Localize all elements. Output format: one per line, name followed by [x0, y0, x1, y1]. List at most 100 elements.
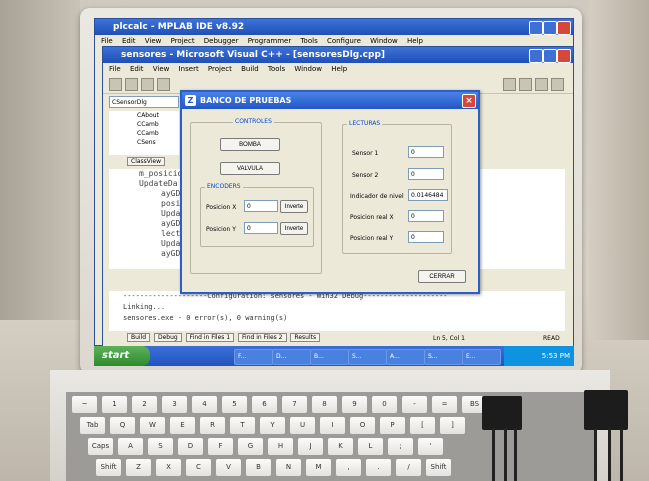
keyboard-key[interactable]: K [328, 438, 353, 455]
keyboard-key[interactable]: X [156, 459, 181, 476]
keyboard-key[interactable]: Q [110, 417, 135, 434]
menu-item[interactable]: File [109, 65, 121, 73]
keyboard-key[interactable]: J [298, 438, 323, 455]
build-icon[interactable] [503, 78, 516, 91]
pos-y-field[interactable]: 0 [244, 222, 278, 234]
keyboard-key[interactable]: = [432, 396, 457, 413]
menu-item[interactable]: Project [171, 37, 195, 45]
keyboard-key[interactable]: 6 [252, 396, 277, 413]
keyboard-key[interactable]: 9 [342, 396, 367, 413]
keyboard-key[interactable]: ; [388, 438, 413, 455]
vc-titlebar[interactable]: sensores - Microsoft Visual C++ - [senso… [103, 47, 573, 63]
taskbar-item[interactable]: S... [424, 349, 463, 365]
menu-item[interactable]: File [101, 37, 113, 45]
nivel-field[interactable]: 0.0146484 [408, 189, 448, 201]
keyboard-key[interactable]: R [200, 417, 225, 434]
keyboard-key[interactable]: B [246, 459, 271, 476]
menu-item[interactable]: Build [241, 65, 259, 73]
menu-item[interactable]: Debugger [204, 37, 239, 45]
keyboard-key[interactable]: I [320, 417, 345, 434]
menu-item[interactable]: Window [294, 65, 322, 73]
keyboard-key[interactable]: ' [418, 438, 443, 455]
menu-item[interactable]: Edit [122, 37, 136, 45]
keyboard-key[interactable]: Shift [96, 459, 121, 476]
keyboard-key[interactable]: 8 [312, 396, 337, 413]
taskbar-item[interactable]: B... [310, 349, 349, 365]
class-tree[interactable]: CAbout CCamb CCamb CSens [109, 111, 179, 155]
keyboard-key[interactable]: Caps [88, 438, 113, 455]
menu-item[interactable]: Programmer [248, 37, 292, 45]
cerrar-button[interactable]: CERRAR [418, 270, 466, 283]
tab-classview[interactable]: ClassView [127, 157, 166, 166]
keyboard-key[interactable]: 5 [222, 396, 247, 413]
bomba-button[interactable]: BOMBA [220, 138, 280, 151]
tab-results[interactable]: Results [290, 333, 321, 342]
keyboard-key[interactable]: Tab [80, 417, 105, 434]
menu-item[interactable]: Insert [179, 65, 199, 73]
menu-item[interactable]: View [153, 65, 170, 73]
keyboard-key[interactable]: A [118, 438, 143, 455]
sensor1-field[interactable]: 0 [408, 146, 444, 158]
keyboard-key[interactable]: - [402, 396, 427, 413]
real-y-field[interactable]: 0 [408, 231, 444, 243]
keyboard-key[interactable]: / [396, 459, 421, 476]
dialog-titlebar[interactable]: Z BANCO DE PRUEBAS × [182, 92, 478, 109]
breakpoint-icon[interactable] [551, 78, 564, 91]
tab-find2[interactable]: Find in Files 2 [238, 333, 287, 342]
keyboard-key[interactable]: 4 [192, 396, 217, 413]
tab-debug[interactable]: Debug [153, 333, 182, 342]
tree-item[interactable]: CCamb [109, 120, 179, 129]
keyboard-key[interactable]: E [170, 417, 195, 434]
invierte-y-button[interactable]: Inverte [280, 222, 308, 235]
keyboard-key[interactable]: [ [410, 417, 435, 434]
valvula-button[interactable]: VALVULA [220, 162, 280, 175]
class-combo[interactable]: CSensorDlg [109, 96, 179, 108]
keyboard-key[interactable]: . [366, 459, 391, 476]
taskbar-item[interactable]: A... [386, 349, 425, 365]
sensor2-field[interactable]: 0 [408, 168, 444, 180]
keyboard-key[interactable]: V [216, 459, 241, 476]
menu-item[interactable]: Configure [327, 37, 361, 45]
taskbar-item[interactable]: S... [348, 349, 387, 365]
cut-icon[interactable] [157, 78, 170, 91]
menu-item[interactable]: View [145, 37, 162, 45]
mplab-titlebar[interactable]: plccalc - MPLAB IDE v8.92 [95, 19, 573, 35]
tree-item[interactable]: CAbout [109, 111, 179, 120]
keyboard-key[interactable]: ~ [72, 396, 97, 413]
keyboard-key[interactable]: S [148, 438, 173, 455]
save-icon[interactable] [141, 78, 154, 91]
taskbar-item[interactable]: E... [462, 349, 501, 365]
menu-item[interactable]: Help [331, 65, 347, 73]
tree-item[interactable]: CCamb [109, 129, 179, 138]
minimize-icon[interactable] [529, 49, 543, 63]
keyboard-key[interactable]: 1 [102, 396, 127, 413]
taskbar-item[interactable]: D... [272, 349, 311, 365]
keyboard-key[interactable]: 0 [372, 396, 397, 413]
keyboard-key[interactable]: G [238, 438, 263, 455]
keyboard-key[interactable]: W [140, 417, 165, 434]
real-x-field[interactable]: 0 [408, 210, 444, 222]
output-pane[interactable]: --------------------Configuration: senso… [109, 291, 565, 331]
keyboard-key[interactable]: P [380, 417, 405, 434]
pos-x-field[interactable]: 0 [244, 200, 278, 212]
keyboard-key[interactable]: H [268, 438, 293, 455]
tree-item[interactable]: CSens [109, 138, 179, 147]
invierte-x-button[interactable]: Inverte [280, 200, 308, 213]
menu-item[interactable]: Help [407, 37, 423, 45]
open-icon[interactable] [125, 78, 138, 91]
keyboard-key[interactable]: F [208, 438, 233, 455]
start-button[interactable]: start [94, 346, 150, 366]
new-file-icon[interactable] [109, 78, 122, 91]
close-icon[interactable] [557, 21, 571, 35]
tab-find1[interactable]: Find in Files 1 [185, 333, 235, 342]
keyboard-key[interactable]: Y [260, 417, 285, 434]
minimize-icon[interactable] [529, 21, 543, 35]
taskbar-item[interactable]: F... [234, 349, 273, 365]
keyboard-key[interactable]: C [186, 459, 211, 476]
tab-build[interactable]: Build [127, 333, 151, 342]
keyboard-key[interactable]: L [358, 438, 383, 455]
maximize-icon[interactable] [543, 49, 557, 63]
close-icon[interactable]: × [462, 94, 476, 108]
keyboard-key[interactable]: N [276, 459, 301, 476]
keyboard-key[interactable]: , [336, 459, 361, 476]
